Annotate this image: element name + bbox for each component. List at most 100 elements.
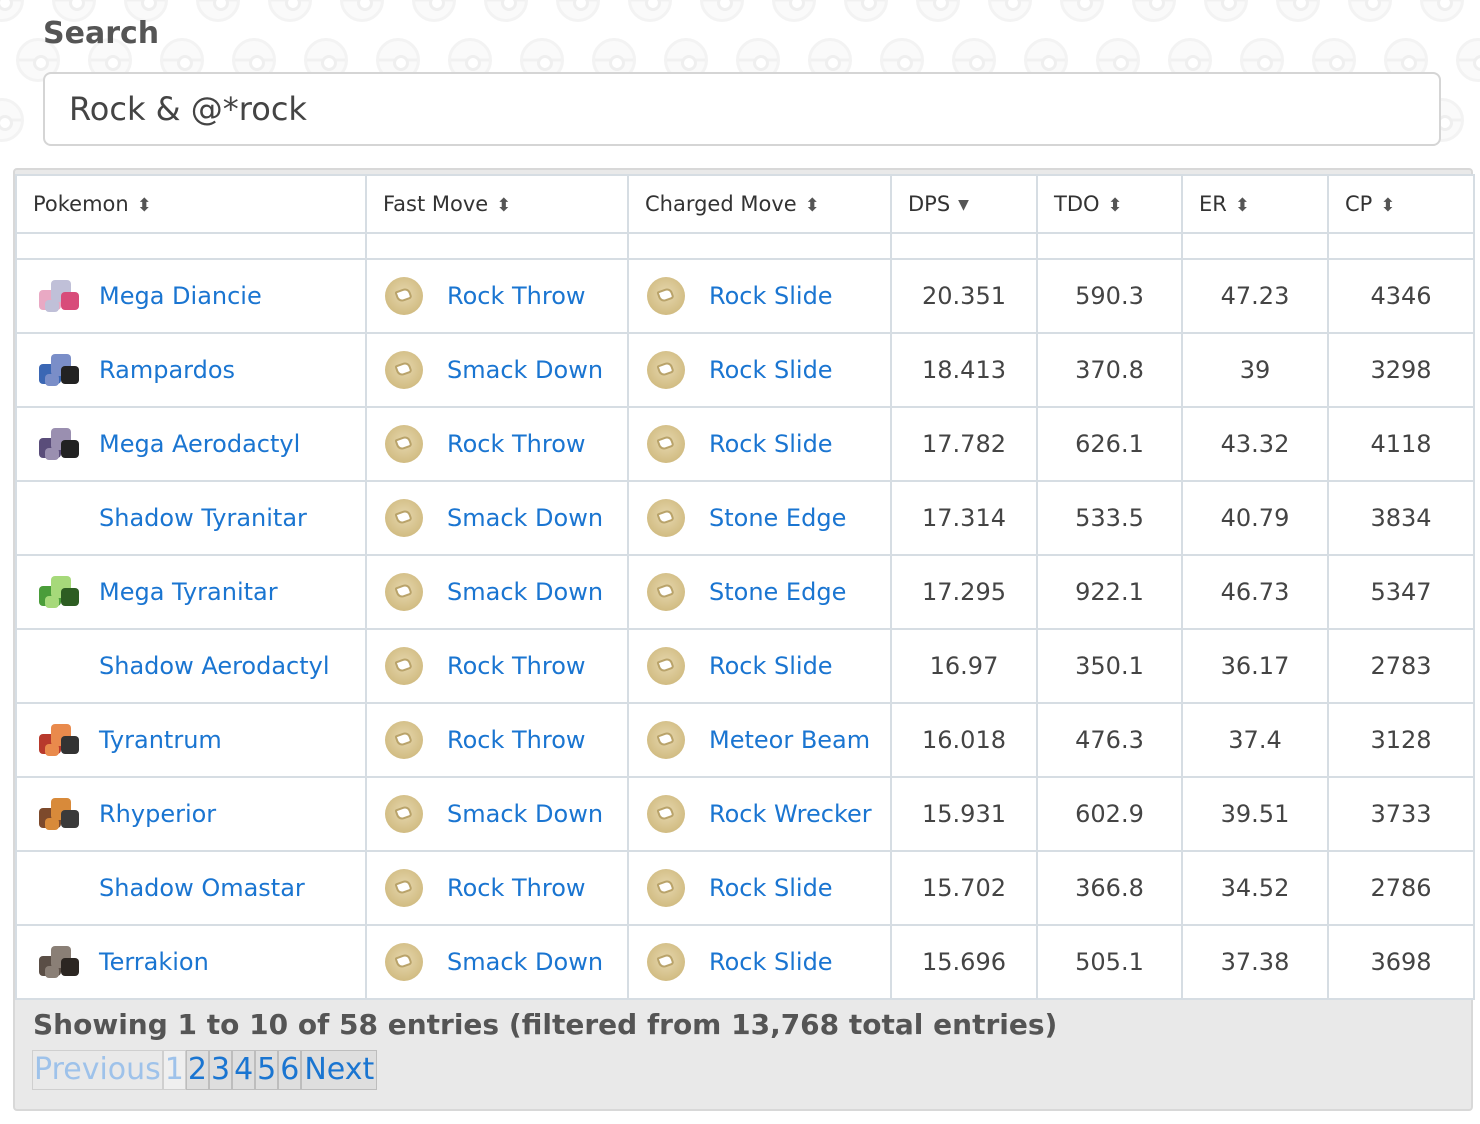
fast-move-link[interactable]: Rock Throw bbox=[447, 282, 586, 310]
fast-move-cell: Smack Down bbox=[365, 924, 629, 1000]
pagination-page-2[interactable]: 2 bbox=[185, 1050, 209, 1090]
pagination-page-5[interactable]: 5 bbox=[255, 1050, 279, 1090]
pokemon-link[interactable]: Tyrantrum bbox=[99, 726, 222, 754]
pokemon-link[interactable]: Shadow Omastar bbox=[99, 874, 305, 902]
tdo-cell: 590.3 bbox=[1036, 258, 1183, 334]
pagination-page-3[interactable]: 3 bbox=[208, 1050, 233, 1090]
pokeball-pattern-icon bbox=[268, 0, 312, 22]
column-header-fast-move[interactable]: Fast Move ⬍ bbox=[365, 174, 629, 234]
sort-icon: ⬍ bbox=[804, 194, 820, 216]
pokeball-pattern-icon bbox=[1060, 0, 1104, 22]
rock-type-icon bbox=[647, 351, 685, 389]
tdo-cell: 626.1 bbox=[1036, 406, 1183, 482]
fast-move-link[interactable]: Smack Down bbox=[447, 948, 603, 976]
pokemon-link[interactable]: Shadow Tyranitar bbox=[99, 504, 307, 532]
tdo-cell: 602.9 bbox=[1036, 776, 1183, 852]
dps-cell: 16.018 bbox=[890, 702, 1038, 778]
pokemon-link[interactable]: Mega Tyranitar bbox=[99, 578, 278, 606]
column-header-dps[interactable]: DPS ▼ bbox=[890, 174, 1038, 234]
charged-move-link[interactable]: Stone Edge bbox=[709, 578, 846, 606]
pokeball-pattern-icon bbox=[916, 0, 960, 22]
fast-move-link[interactable]: Smack Down bbox=[447, 578, 603, 606]
rock-type-icon bbox=[385, 351, 423, 389]
charged-move-link[interactable]: Rock Wrecker bbox=[709, 800, 872, 828]
charged-move-cell: Rock Slide bbox=[627, 406, 892, 482]
dps-cell: 17.295 bbox=[890, 554, 1038, 630]
pokemon-link[interactable]: Mega Aerodactyl bbox=[99, 430, 300, 458]
pagination-page-6[interactable]: 6 bbox=[278, 1050, 302, 1090]
cp-cell: 3698 bbox=[1327, 924, 1475, 1000]
search-input[interactable] bbox=[43, 72, 1441, 146]
charged-move-link[interactable]: Rock Slide bbox=[709, 874, 833, 902]
fast-move-link[interactable]: Smack Down bbox=[447, 504, 603, 532]
pokemon-cell: Tyrantrum bbox=[15, 702, 367, 778]
pokemon-link[interactable]: Terrakion bbox=[99, 948, 209, 976]
fast-move-link[interactable]: Rock Throw bbox=[447, 726, 586, 754]
er-cell: 47.23 bbox=[1181, 258, 1329, 334]
pokemon-link[interactable]: Rampardos bbox=[99, 356, 235, 384]
fast-move-cell: Smack Down bbox=[365, 332, 629, 408]
pokeball-pattern-icon bbox=[1204, 0, 1248, 22]
charged-move-link[interactable]: Rock Slide bbox=[709, 430, 833, 458]
column-header-tdo[interactable]: TDO ⬍ bbox=[1036, 174, 1183, 234]
charged-move-cell: Rock Slide bbox=[627, 924, 892, 1000]
fast-move-link[interactable]: Rock Throw bbox=[447, 430, 586, 458]
pagination-page-1[interactable]: 1 bbox=[162, 1050, 186, 1090]
rock-type-icon bbox=[647, 721, 685, 759]
fast-move-cell: Rock Throw bbox=[365, 702, 629, 778]
charged-move-link[interactable]: Rock Slide bbox=[709, 652, 833, 680]
pokeball-pattern-icon bbox=[484, 0, 528, 22]
table-row: Terrakion Smack Down Rock Slide 15.696 505.1… bbox=[15, 924, 1475, 1000]
column-header-er[interactable]: ER ⬍ bbox=[1181, 174, 1329, 234]
pokeball-pattern-icon bbox=[628, 0, 672, 22]
tdo-cell: 922.1 bbox=[1036, 554, 1183, 630]
er-cell: 39 bbox=[1181, 332, 1329, 408]
er-cell: 37.4 bbox=[1181, 702, 1329, 778]
fast-move-link[interactable]: Rock Throw bbox=[447, 652, 586, 680]
rock-type-icon bbox=[647, 647, 685, 685]
charged-move-link[interactable]: Rock Slide bbox=[709, 356, 833, 384]
table-row: Shadow Omastar Rock Throw Rock Slide 15.702… bbox=[15, 850, 1475, 926]
cp-cell: 4118 bbox=[1327, 406, 1475, 482]
pokemon-link[interactable]: Rhyperior bbox=[99, 800, 216, 828]
pokemon-link[interactable]: Shadow Aerodactyl bbox=[99, 652, 330, 680]
rock-type-icon bbox=[385, 277, 423, 315]
charged-move-link[interactable]: Stone Edge bbox=[709, 504, 846, 532]
column-header-label: Charged Move bbox=[645, 192, 797, 216]
charged-move-cell: Meteor Beam bbox=[627, 702, 892, 778]
sort-icon: ⬍ bbox=[136, 194, 152, 216]
pokeball-pattern-icon bbox=[772, 0, 816, 22]
rock-type-icon bbox=[385, 647, 423, 685]
pokemon-cell: Terrakion bbox=[15, 924, 367, 1000]
tdo-cell: 370.8 bbox=[1036, 332, 1183, 408]
column-header-charged-move[interactable]: Charged Move ⬍ bbox=[627, 174, 892, 234]
column-header-cp[interactable]: CP ⬍ bbox=[1327, 174, 1475, 234]
fast-move-link[interactable]: Smack Down bbox=[447, 356, 603, 384]
rock-type-icon bbox=[647, 869, 685, 907]
rock-type-icon bbox=[385, 499, 423, 537]
pokemon-sprite-icon bbox=[35, 942, 83, 982]
results-table: Pokemon ⬍ Fast Move ⬍ Charged Move ⬍ DPS ▼ TDO ⬍ E… bbox=[15, 174, 1475, 1000]
column-header-label: TDO bbox=[1054, 192, 1100, 216]
rock-type-icon bbox=[647, 277, 685, 315]
charged-move-link[interactable]: Rock Slide bbox=[709, 948, 833, 976]
pagination-next-button[interactable]: Next bbox=[301, 1050, 378, 1090]
fast-move-link[interactable]: Smack Down bbox=[447, 800, 603, 828]
er-cell: 37.38 bbox=[1181, 924, 1329, 1000]
fast-move-cell: Smack Down bbox=[365, 554, 629, 630]
pokemon-sprite-icon bbox=[35, 720, 83, 760]
pokemon-cell: Mega Aerodactyl bbox=[15, 406, 367, 482]
fast-move-cell: Rock Throw bbox=[365, 406, 629, 482]
dps-cell: 15.931 bbox=[890, 776, 1038, 852]
column-header-pokemon[interactable]: Pokemon ⬍ bbox=[15, 174, 367, 234]
charged-move-link[interactable]: Rock Slide bbox=[709, 282, 833, 310]
cp-cell: 3128 bbox=[1327, 702, 1475, 778]
pokemon-link[interactable]: Mega Diancie bbox=[99, 282, 262, 310]
charged-move-link[interactable]: Meteor Beam bbox=[709, 726, 870, 754]
fast-move-link[interactable]: Rock Throw bbox=[447, 874, 586, 902]
pagination-page-4[interactable]: 4 bbox=[232, 1050, 256, 1090]
table-row: Mega Diancie Rock Throw Rock Slide 20.351 59… bbox=[15, 258, 1475, 334]
pagination-previous-button[interactable]: Previous bbox=[32, 1050, 163, 1090]
fast-move-cell: Smack Down bbox=[365, 480, 629, 556]
er-cell: 40.79 bbox=[1181, 480, 1329, 556]
